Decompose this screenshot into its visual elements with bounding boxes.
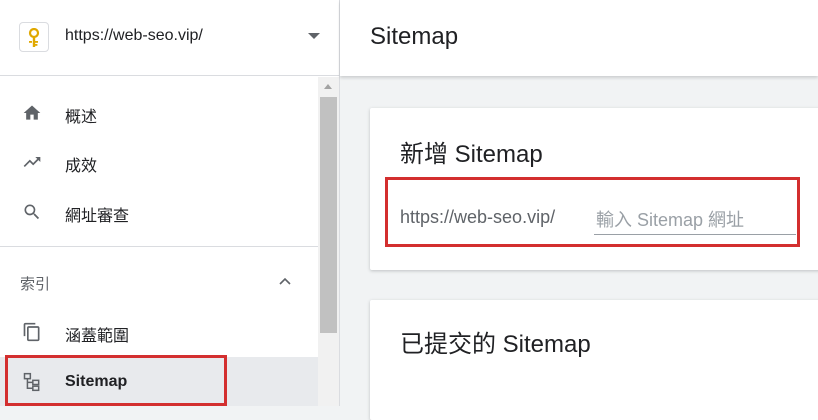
- property-selector[interactable]: https://web-seo.vip/: [0, 0, 339, 76]
- add-sitemap-card: 新增 Sitemap https://web-seo.vip/: [370, 108, 818, 270]
- scroll-up-arrow-icon[interactable]: [324, 84, 332, 89]
- sitemap-icon: [23, 372, 40, 392]
- search-icon: [24, 204, 40, 220]
- sidebar: https://web-seo.vip/ 概述 成效 網址審查 索引 涵蓋範圍: [0, 0, 340, 406]
- scrollbar-thumb[interactable]: [320, 97, 337, 333]
- section-label-index: 索引: [20, 276, 51, 293]
- home-icon: [23, 105, 41, 120]
- sidebar-divider: [0, 246, 318, 247]
- sidebar-item-label: 網址審查: [65, 208, 130, 225]
- chevron-up-icon[interactable]: [279, 277, 291, 285]
- sidebar-item-label: 成效: [65, 158, 98, 175]
- copy-icon: [23, 322, 40, 342]
- sidebar-item-url-inspection[interactable]: 網址審查: [0, 192, 318, 232]
- main-header: Sitemap: [340, 0, 818, 76]
- submitted-sitemaps-title: 已提交的 Sitemap: [400, 331, 591, 358]
- sidebar-item-label: 概述: [65, 109, 98, 126]
- add-sitemap-title: 新增 Sitemap: [400, 141, 543, 168]
- sitemap-url-prefix: https://web-seo.vip/: [400, 207, 556, 227]
- property-url: https://web-seo.vip/: [65, 27, 203, 44]
- sidebar-item-label: 涵蓋範圍: [65, 328, 130, 345]
- page-title: Sitemap: [370, 23, 459, 50]
- trending-up-icon: [23, 157, 41, 167]
- sidebar-item-overview[interactable]: 概述: [0, 93, 318, 133]
- sitemap-url-input[interactable]: [594, 206, 796, 235]
- sidebar-item-label: Sitemap: [65, 373, 128, 390]
- sidebar-item-sitemap[interactable]: Sitemap: [0, 357, 318, 406]
- submitted-sitemaps-card: 已提交的 Sitemap: [370, 300, 818, 420]
- sidebar-item-performance[interactable]: 成效: [0, 142, 318, 182]
- site-logo: [19, 22, 49, 52]
- key-logo-icon: [28, 28, 40, 47]
- caret-down-icon[interactable]: [308, 33, 320, 39]
- sidebar-scrollbar[interactable]: [318, 77, 339, 406]
- sidebar-item-coverage[interactable]: 涵蓋範圍: [0, 312, 318, 352]
